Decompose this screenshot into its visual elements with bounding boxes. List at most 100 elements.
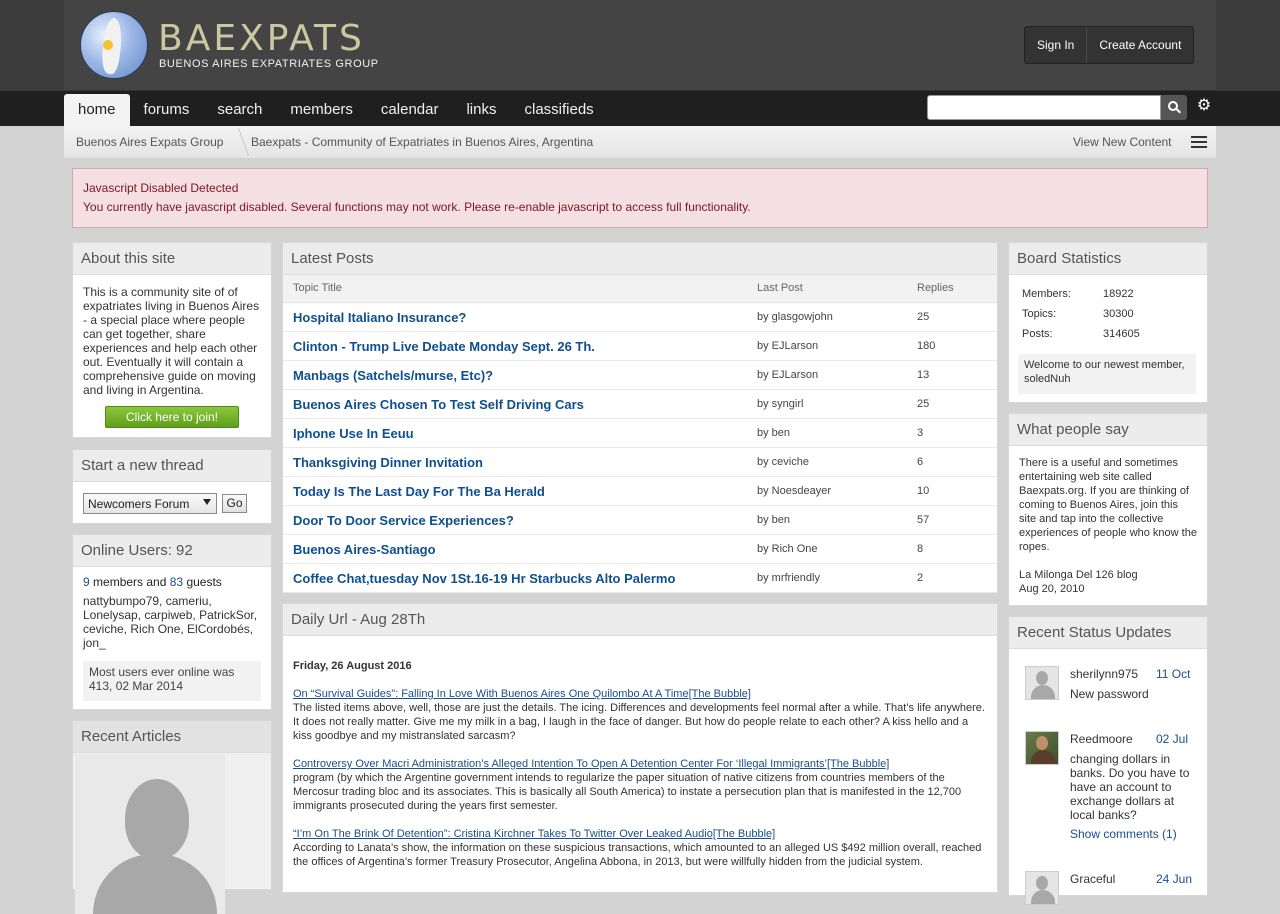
status-date[interactable]: 02 Jul: [1156, 732, 1188, 746]
online-users-title: Online Users: 92: [73, 535, 271, 567]
status-item: Reedmoore 02 Jul changing dollars in ban…: [1025, 731, 1197, 851]
last-post-user[interactable]: by ben: [757, 514, 790, 526]
daily-url-date: Friday, 26 August 2016: [293, 660, 412, 672]
list-view-icon[interactable]: [1191, 136, 1207, 150]
last-post-user[interactable]: by glasgowjohn: [757, 311, 833, 323]
topic-title-link[interactable]: Clinton - Trump Live Debate Monday Sept.…: [293, 339, 595, 354]
create-account-button[interactable]: Create Account: [1086, 27, 1193, 63]
daily-url-item: Controversy Over Macri Administration’s …: [293, 757, 987, 813]
reply-count: 3: [917, 427, 924, 439]
tab-search[interactable]: search: [203, 94, 276, 126]
tab-links[interactable]: links: [452, 94, 510, 126]
avatar-placeholder-head: [125, 779, 189, 859]
daily-url-link[interactable]: Controversy Over Macri Administration’s …: [293, 758, 889, 770]
online-names-list[interactable]: nattybumpo79, cameriu, Lonelysap, carpiw…: [73, 589, 271, 650]
gear-icon[interactable]: ⚙: [1195, 97, 1213, 115]
last-post-user[interactable]: by Rich One: [757, 543, 818, 555]
search-button[interactable]: [1161, 95, 1187, 120]
chevron-down-icon: [203, 499, 211, 505]
topic-title-link[interactable]: Thanksgiving Dinner Invitation: [293, 455, 483, 470]
topic-title-link[interactable]: Hospital Italiano Insurance?: [293, 310, 466, 325]
members-count-link[interactable]: 9: [83, 575, 90, 589]
status-updates-box: Recent Status Updates sherilynn975 11 Oc…: [1008, 616, 1208, 905]
online-summary: 9 members and 83 guests: [73, 567, 271, 589]
avatar[interactable]: [1025, 666, 1059, 700]
reply-count: 2: [917, 572, 924, 584]
stat-members-value: 18922: [1103, 288, 1134, 300]
forum-select[interactable]: Newcomers Forum: [83, 493, 217, 514]
testimonial-text: There is a useful and sometimes entertai…: [1019, 457, 1197, 553]
topic-title-link[interactable]: Manbags (Satchels/murse, Etc)?: [293, 368, 493, 383]
tab-calendar[interactable]: calendar: [367, 94, 453, 126]
last-post-user[interactable]: by EJLarson: [757, 369, 818, 381]
reply-count: 180: [917, 340, 936, 352]
table-row: Buenos Aires Chosen To Test Self Driving…: [283, 390, 997, 419]
join-button[interactable]: Click here to join!: [105, 406, 239, 428]
topic-title-link[interactable]: Buenos Aires Chosen To Test Self Driving…: [293, 397, 584, 412]
daily-url-link[interactable]: On “Survival Guides”: Falling In Love Wi…: [293, 688, 751, 700]
about-box: About this site This is a community site…: [72, 242, 272, 438]
show-comments-link[interactable]: Show comments (1): [1070, 827, 1177, 841]
breadcrumb-item-group[interactable]: Buenos Aires Expats Group: [76, 135, 223, 149]
status-date[interactable]: 11 Oct: [1156, 667, 1190, 681]
forum-select-value: Newcomers Forum: [88, 497, 190, 511]
recent-articles-box: Recent Articles: [72, 720, 272, 914]
col-last-post: Last Post: [757, 282, 803, 294]
nav-tabs: home forums search members calendar link…: [64, 94, 608, 126]
last-post-user[interactable]: by syngirl: [757, 398, 803, 410]
stat-members: Members: 18922: [1022, 288, 1134, 300]
breadcrumb-item-community[interactable]: Baexpats - Community of Expatriates in B…: [251, 135, 593, 149]
tab-members[interactable]: members: [276, 94, 367, 126]
reply-count: 10: [917, 485, 930, 497]
last-post-user[interactable]: by ceviche: [757, 456, 809, 468]
tab-forums[interactable]: forums: [130, 94, 204, 126]
last-post-user[interactable]: by mrfriendly: [757, 572, 820, 584]
tab-classifieds[interactable]: classifieds: [510, 94, 607, 126]
status-user-name[interactable]: sherilynn975: [1070, 667, 1138, 681]
guests-label: guests: [186, 575, 222, 589]
what-people-say-title: What people say: [1009, 414, 1207, 446]
last-post-user[interactable]: by EJLarson: [757, 340, 818, 352]
status-date[interactable]: 24 Jun: [1156, 872, 1192, 886]
daily-url-box: Daily Url - Aug 28Th Friday, 26 August 2…: [282, 603, 998, 893]
stat-topics-value: 30300: [1103, 308, 1134, 320]
logo-title[interactable]: BAEXPATS: [158, 18, 365, 59]
col-topic-title: Topic Title: [293, 282, 342, 294]
avatar[interactable]: [1025, 871, 1059, 905]
topic-title-link[interactable]: Iphone Use In Eeuu: [293, 426, 414, 441]
new-thread-title: Start a new thread: [73, 450, 271, 482]
topic-title-link[interactable]: Door To Door Service Experiences?: [293, 513, 514, 528]
go-button[interactable]: Go: [222, 494, 247, 513]
daily-url-link[interactable]: “I’m On The Brink Of Detention”: Cristin…: [293, 828, 775, 840]
tab-home[interactable]: home: [64, 94, 130, 126]
last-post-user[interactable]: by ben: [757, 427, 790, 439]
newest-member-welcome[interactable]: Welcome to our newest member, soledNuh: [1018, 354, 1196, 394]
logo-globe-icon[interactable]: [80, 11, 148, 79]
table-row: Coffee Chat,tuesday Nov 1St.16-19 Hr Sta…: [283, 564, 997, 593]
view-new-content-link[interactable]: View New Content: [1073, 135, 1172, 149]
online-users-box: Online Users: 92 9 members and 83 guests…: [72, 534, 272, 710]
topic-title-link[interactable]: Coffee Chat,tuesday Nov 1St.16-19 Hr Sta…: [293, 571, 675, 586]
new-thread-box: Start a new thread Newcomers Forum Go: [72, 449, 272, 524]
reply-count: 13: [917, 369, 930, 381]
search-input[interactable]: [927, 95, 1161, 120]
avatar[interactable]: [1025, 731, 1059, 765]
daily-url-text: The listed items above, well, those are …: [293, 702, 985, 742]
alert-title: Javascript Disabled Detected: [83, 181, 239, 195]
sign-in-button[interactable]: Sign In: [1025, 27, 1086, 63]
about-title: About this site: [73, 243, 271, 275]
daily-url-title: Daily Url - Aug 28Th: [283, 604, 997, 636]
most-online-record: Most users ever online was 413, 02 Mar 2…: [83, 661, 261, 701]
last-post-user[interactable]: by Noesdeayer: [757, 485, 831, 497]
status-user-name[interactable]: Graceful: [1070, 872, 1115, 886]
topic-title-link[interactable]: Today Is The Last Day For The Ba Herald: [293, 484, 545, 499]
guests-count-link[interactable]: 83: [170, 575, 183, 589]
topic-title-link[interactable]: Buenos Aires-Santiago: [293, 542, 436, 557]
search-icon-handle: [1176, 108, 1181, 114]
latest-posts-box: Latest Posts Topic Title Last Post Repli…: [282, 242, 998, 593]
stat-posts-value: 314605: [1103, 328, 1140, 340]
status-user-name[interactable]: Reedmoore: [1070, 732, 1133, 746]
table-row: Thanksgiving Dinner Invitation by ceviche…: [283, 448, 997, 477]
recent-articles-title: Recent Articles: [73, 721, 271, 753]
article-thumbnail[interactable]: [75, 754, 225, 914]
